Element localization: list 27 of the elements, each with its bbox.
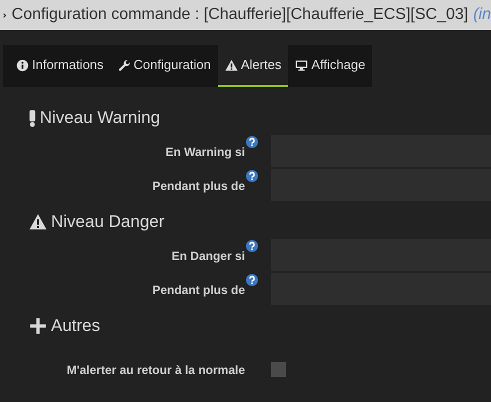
info-icon <box>16 58 29 72</box>
field-label: Pendant plus de <box>152 282 245 299</box>
chevron-icon <box>3 10 7 20</box>
field-label: Pendant plus de <box>152 178 245 195</box>
help-icon[interactable] <box>246 274 258 286</box>
help-icon[interactable] <box>246 240 258 252</box>
window-title: Configuration commande : [Chaufferie][Chaufferie_ECS][SC_03] <box>12 5 468 25</box>
tab[interactable]: Configuration <box>110 45 218 87</box>
field-label: M'alerter au retour à la normale <box>66 362 245 379</box>
section-heading: Niveau Danger <box>51 211 164 234</box>
exclamation-icon <box>29 109 36 127</box>
tab[interactable]: Informations <box>3 45 111 87</box>
warning-icon <box>29 213 47 231</box>
section-heading: Autres <box>51 315 100 338</box>
field-label: En Danger si <box>172 248 245 265</box>
monitor-icon <box>295 58 308 72</box>
field-label: En Warning si <box>165 144 245 161</box>
section-heading: Niveau Warning <box>40 107 160 130</box>
help-icon[interactable] <box>246 170 258 182</box>
plus-icon <box>29 317 47 335</box>
window-subtitle: (in <box>473 5 491 25</box>
tab[interactable]: Affichage <box>288 45 372 87</box>
help-icon[interactable] <box>246 136 258 148</box>
warning-icon <box>224 58 238 72</box>
wrench-icon <box>118 58 131 72</box>
tab[interactable]: Alertes <box>218 45 288 87</box>
checkbox[interactable] <box>271 362 286 376</box>
